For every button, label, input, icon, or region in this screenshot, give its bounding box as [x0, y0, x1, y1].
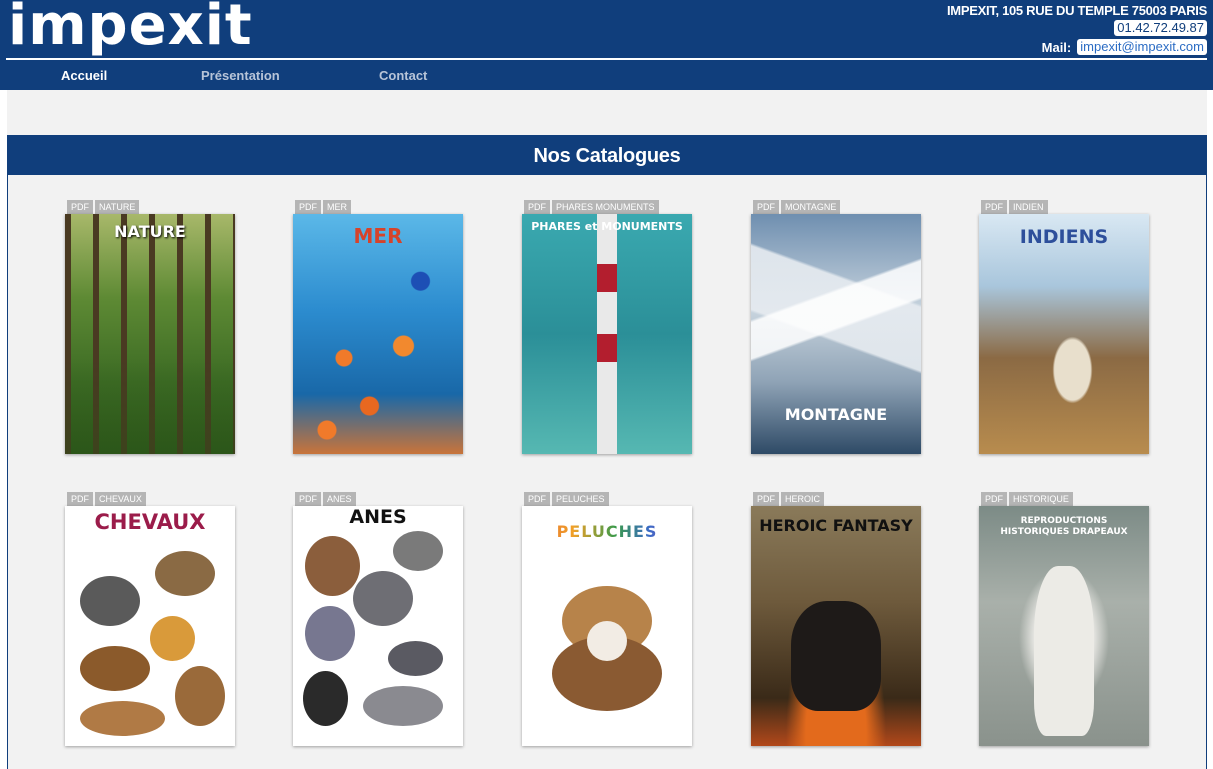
- category-tag[interactable]: INDIEN: [1009, 200, 1048, 214]
- section-title: Nos Catalogues: [8, 135, 1206, 175]
- card-tags: PDF PHARES MONUMENTS: [524, 200, 694, 214]
- horse-figurine-image: [155, 551, 215, 596]
- dark-rider-image: [791, 601, 881, 711]
- donkey-plush-image: [363, 686, 443, 726]
- card-tags: PDF MONTAGNE: [753, 200, 923, 214]
- main-nav: Accueil Présentation Contact: [0, 60, 1213, 90]
- horse-plush-image: [80, 701, 165, 736]
- cover-title: CHEVAUX: [94, 510, 206, 534]
- catalogue-card-phares: PDF PHARES MONUMENTS PHARES et MONUMENTS: [522, 200, 694, 454]
- catalogue-cover[interactable]: PELUCHES: [522, 506, 692, 746]
- lynx-plush-image: [587, 621, 627, 661]
- catalogue-card-chevaux: PDF CHEVAUX CHEVAUX: [65, 492, 237, 746]
- card-tags: PDF CHEVAUX: [67, 492, 237, 506]
- donkey-plush-image: [305, 606, 355, 661]
- catalogue-cover[interactable]: NATURE: [65, 214, 235, 454]
- nav-presentation[interactable]: Présentation: [201, 68, 280, 83]
- cover-title: REPRODUCTIONS HISTORIQUES DRAPEAUX: [1000, 516, 1128, 537]
- lighthouse-stripe: [597, 334, 617, 362]
- pdf-tag[interactable]: PDF: [295, 200, 321, 214]
- catalogue-cover[interactable]: REPRODUCTIONS HISTORIQUES DRAPEAUX: [979, 506, 1149, 746]
- catalogue-cover[interactable]: PHARES et MONUMENTS: [522, 214, 692, 454]
- catalogue-card-historique: PDF HISTORIQUE REPRODUCTIONS HISTORIQUES…: [979, 492, 1151, 746]
- site-header: impexit IMPEXIT, 105 RUE DU TEMPLE 75003…: [0, 0, 1213, 90]
- catalogue-card-montagne: PDF MONTAGNE MONTAGNE: [751, 200, 923, 454]
- category-tag[interactable]: NATURE: [95, 200, 140, 214]
- mail-link[interactable]: impexit@impexit.com: [1077, 39, 1207, 55]
- category-tag[interactable]: PELUCHES: [552, 492, 609, 506]
- category-tag[interactable]: ANES: [323, 492, 356, 506]
- mail-row: Mail: impexit@impexit.com: [1042, 39, 1207, 55]
- catalogues-section: Nos Catalogues PDF NATURE NATURE PDF MER…: [7, 135, 1207, 769]
- lighthouse-stripe: [597, 264, 617, 292]
- donkey-plush-image: [393, 531, 443, 571]
- cover-title: HEROIC FANTASY: [759, 516, 913, 535]
- card-tags: PDF ANES: [295, 492, 465, 506]
- spacer-band: [7, 90, 1207, 135]
- cover-title: PELUCHES: [522, 522, 692, 541]
- pdf-tag[interactable]: PDF: [67, 492, 93, 506]
- horse-plush-image: [175, 666, 225, 726]
- horse-figurine-image: [150, 616, 195, 661]
- category-tag[interactable]: HISTORIQUE: [1009, 492, 1073, 506]
- catalogue-card-mer: PDF MER MER: [293, 200, 465, 454]
- pdf-tag[interactable]: PDF: [524, 200, 550, 214]
- cover-title: MER: [353, 224, 403, 248]
- donkey-plush-image: [388, 641, 443, 676]
- card-tags: PDF HEROIC: [753, 492, 923, 506]
- cover-title: ANES: [349, 506, 407, 528]
- nav-accueil[interactable]: Accueil: [61, 68, 107, 83]
- card-tags: PDF PELUCHES: [524, 492, 694, 506]
- cover-title: NATURE: [114, 222, 186, 241]
- nav-contact[interactable]: Contact: [379, 68, 427, 83]
- pdf-tag[interactable]: PDF: [981, 492, 1007, 506]
- catalogue-cover[interactable]: MER: [293, 214, 463, 454]
- catalogue-cover[interactable]: HEROIC FANTASY: [751, 506, 921, 746]
- mail-label: Mail:: [1041, 39, 1072, 55]
- pdf-tag[interactable]: PDF: [981, 200, 1007, 214]
- card-tags: PDF HISTORIQUE: [981, 492, 1151, 506]
- catalogue-card-anes: PDF ANES ANES: [293, 492, 465, 746]
- pdf-tag[interactable]: PDF: [753, 492, 779, 506]
- catalogue-card-peluches: PDF PELUCHES PELUCHES: [522, 492, 694, 746]
- pdf-tag[interactable]: PDF: [753, 200, 779, 214]
- horse-plush-image: [80, 646, 150, 691]
- cover-title: PHARES et MONUMENTS: [531, 220, 683, 233]
- horse-figurine-image: [80, 576, 140, 626]
- catalogue-cover[interactable]: MONTAGNE: [751, 214, 921, 454]
- pdf-tag[interactable]: PDF: [524, 492, 550, 506]
- card-tags: PDF NATURE: [67, 200, 237, 214]
- cover-title: MONTAGNE: [784, 405, 888, 424]
- catalogue-cover[interactable]: ANES: [293, 506, 463, 746]
- company-address: IMPEXIT, 105 RUE DU TEMPLE 75003 PARIS: [946, 3, 1207, 18]
- pdf-tag[interactable]: PDF: [295, 492, 321, 506]
- card-tags: PDF MER: [295, 200, 465, 214]
- catalogue-card-indiens: PDF INDIEN INDIENS: [979, 200, 1151, 454]
- category-tag[interactable]: MONTAGNE: [781, 200, 841, 214]
- category-tag[interactable]: PHARES MONUMENTS: [552, 200, 659, 214]
- donkey-plush-image: [353, 571, 413, 626]
- donkey-plush-image: [305, 536, 360, 596]
- catalogue-cover[interactable]: CHEVAUX: [65, 506, 235, 746]
- donkey-plush-image: [303, 671, 348, 726]
- category-tag[interactable]: HEROIC: [781, 492, 825, 506]
- pdf-tag[interactable]: PDF: [67, 200, 93, 214]
- category-tag[interactable]: CHEVAUX: [95, 492, 146, 506]
- cover-title: INDIENS: [1019, 226, 1109, 248]
- card-tags: PDF INDIEN: [981, 200, 1151, 214]
- catalogue-card-heroic: PDF HEROIC HEROIC FANTASY: [751, 492, 923, 746]
- phone-number[interactable]: 01.42.72.49.87: [1114, 20, 1207, 36]
- catalogue-card-nature: PDF NATURE NATURE: [65, 200, 237, 454]
- catalogue-cover[interactable]: INDIENS: [979, 214, 1149, 454]
- winged-victory-statue-image: [1034, 566, 1094, 736]
- category-tag[interactable]: MER: [323, 200, 351, 214]
- site-logo[interactable]: impexit: [8, 0, 253, 58]
